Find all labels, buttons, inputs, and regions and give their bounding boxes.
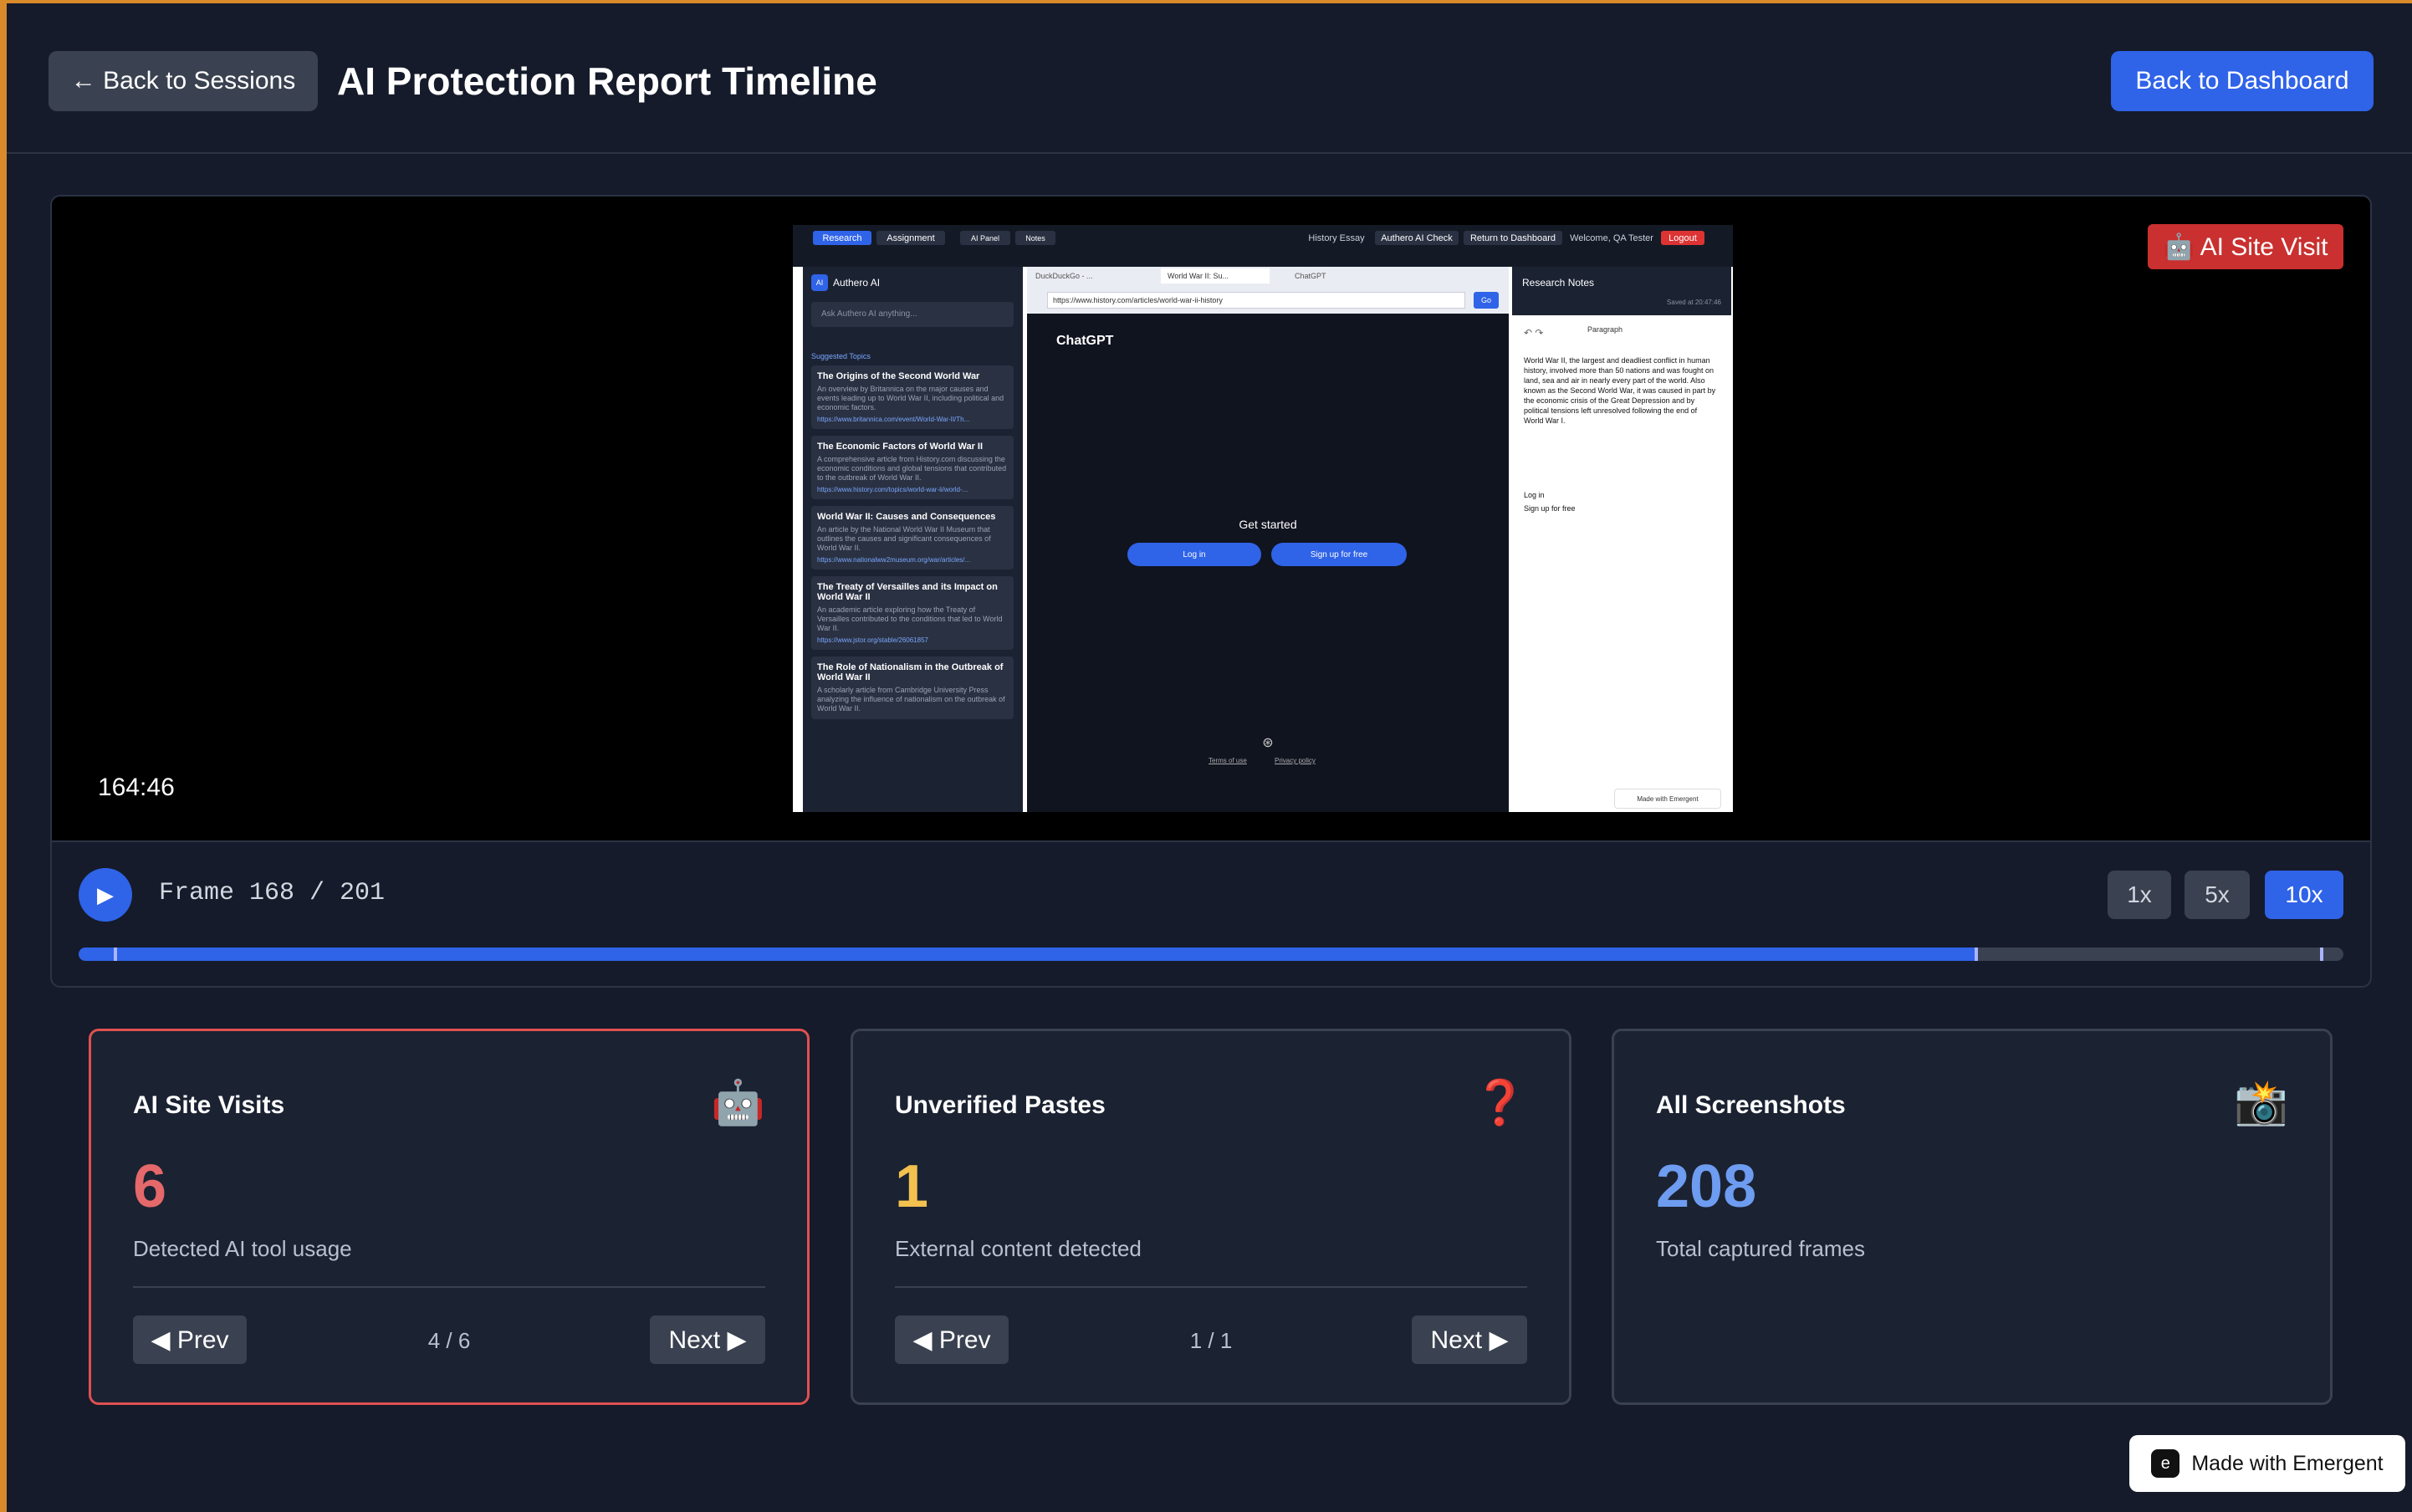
card-subtitle: External content detected: [895, 1236, 1142, 1261]
topic-title: The Role of Nationalism in the Outbreak …: [817, 662, 1004, 682]
event-marker[interactable]: [114, 948, 117, 961]
play-button[interactable]: ▶: [79, 868, 132, 922]
back-to-sessions-button[interactable]: ← Back to Sessions: [49, 51, 318, 111]
captured-screenshot: Research Assignment AI Panel Notes Histo…: [793, 225, 1733, 812]
divider: [133, 1286, 765, 1288]
frame-counter: Frame 168 / 201: [159, 879, 386, 907]
welcome-label: Welcome, QA Tester: [1570, 232, 1653, 243]
notes-text: World War II, the largest and deadliest …: [1524, 356, 1716, 425]
notes-login: Log in: [1524, 491, 1545, 499]
topic-card: The Origins of the Second World War An ov…: [811, 365, 1014, 429]
robot-icon: 🤖: [711, 1079, 765, 1127]
ai-check-button: Authero AI Check: [1375, 231, 1459, 245]
ai-input: Ask Authero AI anything...: [811, 302, 1014, 327]
speed-10x-button[interactable]: 10x: [2265, 871, 2343, 919]
emergent-logo-icon: e: [2151, 1449, 2180, 1478]
card-subtitle: Detected AI tool usage: [133, 1236, 352, 1261]
login-button: Log in: [1127, 543, 1261, 566]
topic-card: World War II: Causes and Consequences An …: [811, 506, 1014, 570]
topic-card: The Treaty of Versailles and its Impact …: [811, 576, 1014, 650]
topic-desc: An overview by Britannica on the major c…: [817, 385, 1004, 411]
topic-title: The Economic Factors of World War II: [817, 442, 984, 452]
tab-notes: Notes: [1015, 231, 1055, 245]
topic-desc: A comprehensive article from History.com…: [817, 455, 1007, 482]
card-title: Unverified Pastes: [895, 1091, 1106, 1119]
unverified-pastes-card[interactable]: Unverified Pastes ❓ 1 External content d…: [851, 1029, 1571, 1405]
topic-link: https://www.nationalww2museum.org/war/ar…: [817, 556, 971, 564]
browser-tab: ChatGPT: [1295, 272, 1326, 280]
back-to-dashboard-button[interactable]: Back to Dashboard: [2111, 51, 2374, 111]
url-bar: https://www.history.com/articles/world-w…: [1047, 292, 1465, 309]
signup-button: Sign up for free: [1271, 543, 1407, 566]
privacy-link: Privacy policy: [1275, 757, 1316, 764]
next-button[interactable]: Next ▶: [1412, 1315, 1527, 1364]
topic-card: The Economic Factors of World War II A co…: [811, 436, 1014, 499]
speed-1x-button[interactable]: 1x: [2108, 871, 2171, 919]
paragraph-select: Paragraph: [1587, 325, 1623, 334]
timeline-thumb[interactable]: [1974, 948, 1978, 961]
tab-ai-panel: AI Panel: [960, 231, 1010, 245]
tab-assignment: Assignment: [876, 231, 945, 245]
ai-panel-title: Authero AI: [833, 277, 881, 289]
browser-tab-active: World War II: Su...: [1161, 268, 1270, 284]
suggested-topics-label: Suggested Topics: [811, 352, 871, 360]
next-button[interactable]: Next ▶: [650, 1315, 765, 1364]
timeline-progress: [79, 948, 1976, 961]
go-button: Go: [1474, 292, 1499, 309]
logout-button: Logout: [1661, 231, 1704, 245]
card-value: 1: [895, 1153, 929, 1220]
ai-panel: AI Authero AI Ask Authero AI anything...…: [803, 267, 1023, 812]
terms-link: Terms of use: [1209, 757, 1247, 764]
card-title: All Screenshots: [1656, 1091, 1846, 1119]
return-dashboard-button: Return to Dashboard: [1464, 231, 1562, 245]
essay-label: History Essay: [1308, 232, 1365, 243]
made-with-label: Made with Emergent: [2191, 1451, 2384, 1475]
topic-link: https://www.jstor.org/stable/26061857: [817, 636, 928, 644]
divider: [895, 1286, 1527, 1288]
topic-title: The Origins of the Second World War: [817, 371, 980, 381]
undo-icon: ↶ ↷: [1524, 327, 1544, 339]
saved-label: Saved at 20:47:46: [1667, 299, 1721, 306]
notes-title: Research Notes: [1522, 277, 1595, 289]
topic-title: The Treaty of Versailles and its Impact …: [817, 582, 998, 602]
notes-panel: Research Notes Saved at 20:47:46 ↶ ↷ Par…: [1512, 267, 1731, 812]
tab-research: Research: [813, 231, 871, 245]
screenshot-viewer: Research Assignment AI Panel Notes Histo…: [52, 197, 2370, 842]
topic-link: https://www.history.com/topics/world-war…: [817, 486, 968, 493]
ai-logo-icon: AI: [811, 274, 828, 291]
made-with-emergent-badge[interactable]: e Made with Emergent: [2129, 1435, 2405, 1492]
timeline-player: Research Assignment AI Panel Notes Histo…: [50, 195, 2372, 988]
video-timestamp: 164:46: [98, 774, 175, 801]
speed-5x-button[interactable]: 5x: [2185, 871, 2250, 919]
page-title: AI Protection Report Timeline: [337, 59, 877, 103]
card-value: 6: [133, 1153, 167, 1220]
ai-site-visits-card[interactable]: AI Site Visits 🤖 6 Detected AI tool usag…: [89, 1029, 810, 1405]
get-started-label: Get started: [1239, 518, 1297, 531]
topic-title: World War II: Causes and Consequences: [817, 512, 996, 522]
question-icon: ❓: [1473, 1079, 1527, 1127]
card-title: AI Site Visits: [133, 1091, 285, 1119]
timeline-slider[interactable]: [79, 948, 2343, 961]
app-toolbar: Research Assignment AI Panel Notes Histo…: [793, 225, 1733, 250]
topic-desc: A scholarly article from Cambridge Unive…: [817, 686, 1005, 713]
browser-panel: DuckDuckGo - ... World War II: Su... Cha…: [1027, 267, 1509, 812]
topic-desc: An article by the National World War II …: [817, 525, 991, 552]
camera-flash-icon: 📸: [2234, 1079, 2288, 1127]
event-marker[interactable]: [2320, 948, 2323, 961]
topic-desc: An academic article exploring how the Tr…: [817, 605, 1003, 632]
topic-link: https://www.britannica.com/event/World-W…: [817, 416, 970, 423]
browser-tab: DuckDuckGo - ...: [1035, 272, 1093, 280]
ai-site-visit-badge: 🤖 AI Site Visit: [2148, 224, 2343, 269]
openai-icon: ⊛: [1262, 736, 1274, 750]
topic-card: The Role of Nationalism in the Outbreak …: [811, 656, 1014, 719]
top-bar: ← Back to Sessions AI Protection Report …: [7, 3, 2412, 154]
all-screenshots-card[interactable]: All Screenshots 📸 208 Total captured fra…: [1612, 1029, 2333, 1405]
notes-signup: Sign up for free: [1524, 504, 1576, 513]
made-with-small: Made with Emergent: [1614, 789, 1721, 809]
card-value: 208: [1656, 1153, 1757, 1220]
chatgpt-title: ChatGPT: [1056, 334, 1114, 348]
card-subtitle: Total captured frames: [1656, 1236, 1866, 1261]
